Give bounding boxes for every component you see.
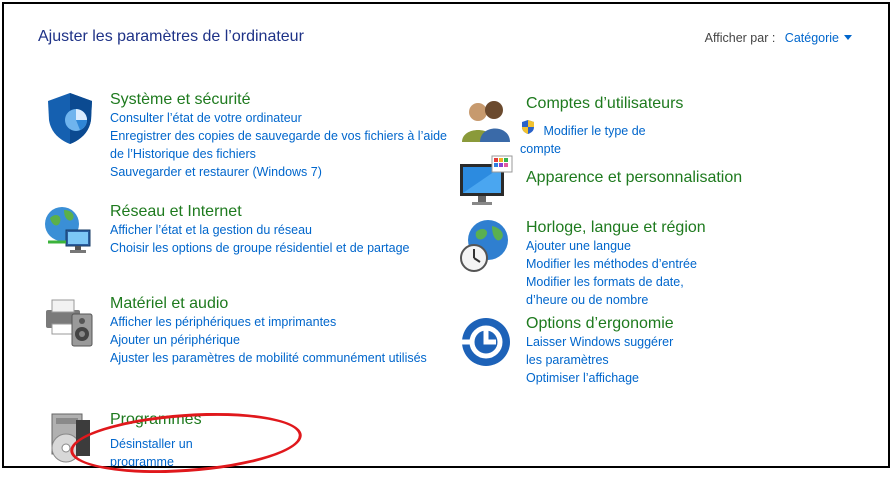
category-title[interactable]: Apparence et personnalisation	[526, 168, 742, 187]
monitor-palette-icon	[460, 155, 513, 205]
category-title[interactable]: Programmes	[110, 410, 202, 429]
users-icon	[462, 101, 510, 142]
network-globe-icon	[45, 207, 91, 253]
shield-icon	[48, 93, 92, 144]
link-label: Modifier le type de compte	[520, 124, 646, 156]
link-uninstall-program[interactable]: Désinstaller un programme	[110, 435, 202, 466]
clock-globe-icon	[460, 220, 508, 272]
programs-disc-icon	[51, 413, 90, 463]
view-by-label: Afficher par :	[704, 31, 776, 45]
link-change-account-type[interactable]: Modifier le type de compte	[520, 119, 683, 158]
link-windows-suggest-settings[interactable]: Laisser Windows suggérer les paramètres	[526, 333, 674, 369]
link-date-time-formats[interactable]: Modifier les formats de date, d’heure ou…	[526, 273, 706, 309]
link-mobility-settings[interactable]: Ajuster les paramètres de mobilité commu…	[110, 349, 450, 367]
link-input-methods[interactable]: Modifier les méthodes d’entrée	[526, 255, 706, 273]
view-by-dropdown[interactable]: Catégorie	[785, 31, 852, 45]
link-devices-printers[interactable]: Afficher les périphériques et imprimante…	[110, 313, 450, 331]
link-file-history-backup[interactable]: Enregistrer des copies de sauvegarde de …	[110, 127, 450, 163]
ease-of-access-icon	[462, 318, 510, 366]
category-title[interactable]: Matériel et audio	[110, 294, 450, 313]
link-backup-restore[interactable]: Sauvegarder et restaurer (Windows 7)	[110, 163, 450, 181]
link-add-device[interactable]: Ajouter un périphérique	[110, 331, 450, 349]
view-by: Afficher par : Catégorie	[705, 31, 852, 45]
printer-speaker-icon	[46, 299, 93, 347]
category-title[interactable]: Comptes d’utilisateurs	[526, 94, 683, 113]
uac-shield-icon	[522, 120, 534, 134]
link-add-language[interactable]: Ajouter une langue	[526, 237, 706, 255]
category-title[interactable]: Horloge, langue et région	[526, 218, 706, 237]
link-optimize-display[interactable]: Optimiser l’affichage	[526, 369, 674, 387]
chevron-down-icon	[844, 35, 852, 40]
link-view-computer-status[interactable]: Consulter l’état de votre ordinateur	[110, 109, 450, 127]
link-network-status[interactable]: Afficher l’état et la gestion du réseau	[110, 221, 450, 239]
page-title: Ajuster les paramètres de l’ordinateur	[38, 28, 304, 45]
control-panel-window: Ajuster les paramètres de l’ordinateur A…	[2, 2, 890, 468]
category-title[interactable]: Système et sécurité	[110, 90, 450, 109]
category-title[interactable]: Options d’ergonomie	[526, 314, 674, 333]
category-title[interactable]: Réseau et Internet	[110, 202, 450, 221]
view-by-value: Catégorie	[784, 31, 839, 45]
link-homegroup-sharing[interactable]: Choisir les options de groupe résidentie…	[110, 239, 450, 257]
